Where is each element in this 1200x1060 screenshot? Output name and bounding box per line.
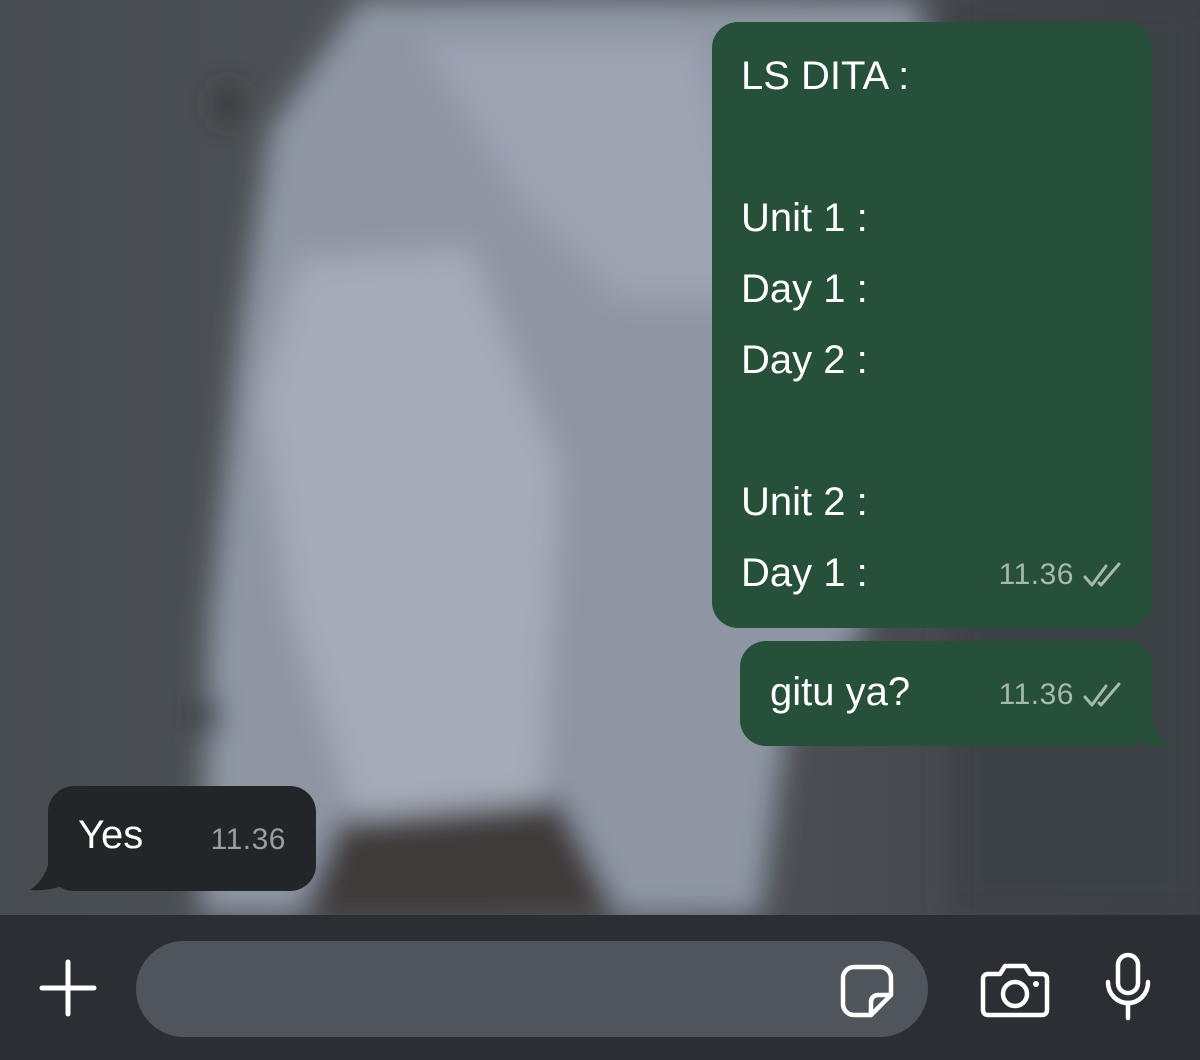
message-meta: 11.36	[999, 659, 1126, 730]
message-meta: 11.36	[211, 804, 286, 875]
message-line	[741, 396, 1152, 467]
microphone-icon[interactable]	[1100, 952, 1156, 1022]
message-time: 11.36	[210, 823, 286, 856]
outgoing-message[interactable]: LS DITA : Unit 1 : Day 1 : Day 2 : Unit …	[712, 22, 1152, 628]
camera-icon[interactable]	[980, 962, 1050, 1018]
message-line: LS DITA :	[741, 54, 910, 98]
double-check-read-icon	[1083, 682, 1121, 706]
message-line: Day 1 :	[741, 267, 868, 311]
message-input[interactable]	[136, 941, 928, 1037]
incoming-message[interactable]: Yes 11.36	[48, 786, 316, 891]
message-line: Unit 2 :	[741, 480, 868, 524]
bubble-tail	[30, 856, 72, 891]
bubble-tail	[1128, 712, 1170, 747]
message-time: 11.36	[998, 678, 1074, 711]
plus-icon[interactable]	[38, 958, 98, 1018]
message-line: Unit 1 :	[741, 196, 868, 240]
outgoing-message[interactable]: gitu ya? 11.36	[740, 641, 1152, 746]
message-line	[741, 112, 1152, 183]
message-time: 11.36	[998, 558, 1074, 591]
message-meta: 11.36	[999, 539, 1126, 610]
sticker-icon[interactable]	[838, 962, 896, 1020]
double-check-read-icon	[1083, 562, 1121, 586]
message-line: Day 2 :	[741, 338, 868, 382]
